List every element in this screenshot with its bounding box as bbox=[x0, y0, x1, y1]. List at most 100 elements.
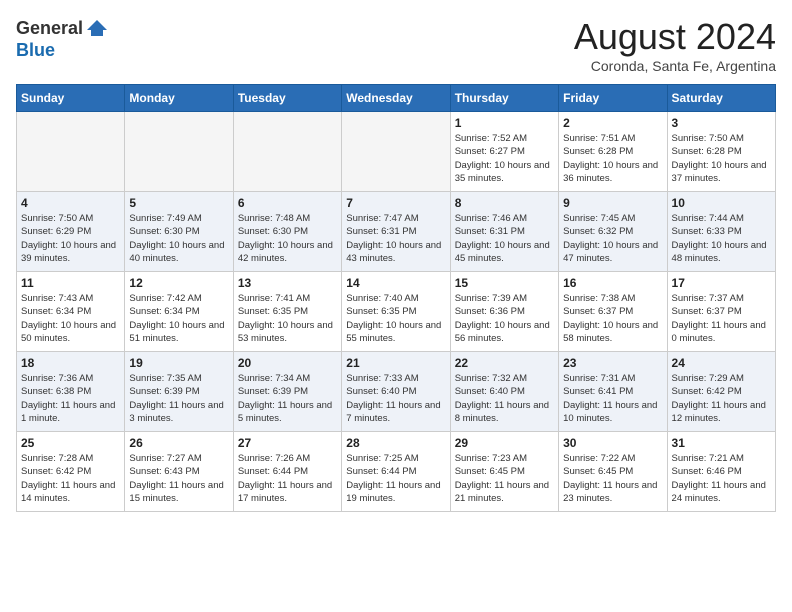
day-number: 15 bbox=[455, 276, 554, 290]
day-info: Sunrise: 7:39 AMSunset: 6:36 PMDaylight:… bbox=[455, 292, 554, 345]
day-info: Sunrise: 7:47 AMSunset: 6:31 PMDaylight:… bbox=[346, 212, 445, 265]
day-cell-14: 14Sunrise: 7:40 AMSunset: 6:35 PMDayligh… bbox=[342, 272, 450, 352]
day-cell-3: 3 Sunrise: 7:50 AMSunset: 6:28 PMDaylight… bbox=[667, 112, 775, 192]
logo-general-text: General bbox=[16, 18, 83, 39]
day-number: 16 bbox=[563, 276, 662, 290]
day-cell-30: 30Sunrise: 7:22 AMSunset: 6:45 PMDayligh… bbox=[559, 432, 667, 512]
day-number: 9 bbox=[563, 196, 662, 210]
day-info: Sunrise: 7:43 AMSunset: 6:34 PMDaylight:… bbox=[21, 292, 120, 345]
day-number: 22 bbox=[455, 356, 554, 370]
day-number: 12 bbox=[129, 276, 228, 290]
weekday-header-thursday: Thursday bbox=[450, 85, 558, 112]
weekday-header-tuesday: Tuesday bbox=[233, 85, 341, 112]
day-number: 23 bbox=[563, 356, 662, 370]
day-info: Sunrise: 7:26 AMSunset: 6:44 PMDaylight:… bbox=[238, 452, 337, 505]
calendar-week-row: 4 Sunrise: 7:50 AMSunset: 6:29 PMDaylight… bbox=[17, 192, 776, 272]
day-number: 26 bbox=[129, 436, 228, 450]
day-number: 3 bbox=[672, 116, 771, 130]
calendar-week-row: 1Sunrise: 7:52 AMSunset: 6:27 PMDaylight… bbox=[17, 112, 776, 192]
day-cell-16: 16 Sunrise: 7:38 AMSunset: 6:37 PMDayligh… bbox=[559, 272, 667, 352]
day-number: 27 bbox=[238, 436, 337, 450]
day-number: 17 bbox=[672, 276, 771, 290]
day-cell-27: 27 Sunrise: 7:26 AMSunset: 6:44 PMDayligh… bbox=[233, 432, 341, 512]
day-number: 6 bbox=[238, 196, 337, 210]
logo-blue-text: Blue bbox=[16, 40, 55, 61]
day-number: 8 bbox=[455, 196, 554, 210]
day-number: 11 bbox=[21, 276, 120, 290]
day-number: 2 bbox=[563, 116, 662, 130]
weekday-header-wednesday: Wednesday bbox=[342, 85, 450, 112]
day-cell-11: 11 Sunrise: 7:43 AMSunset: 6:34 PMDayligh… bbox=[17, 272, 125, 352]
day-cell-26: 26 Sunrise: 7:27 AMSunset: 6:43 PMDayligh… bbox=[125, 432, 233, 512]
day-number: 24 bbox=[672, 356, 771, 370]
empty-cell bbox=[125, 112, 233, 192]
day-number: 18 bbox=[21, 356, 120, 370]
weekday-header-monday: Monday bbox=[125, 85, 233, 112]
day-cell-9: 9 Sunrise: 7:45 AMSunset: 6:32 PMDaylight… bbox=[559, 192, 667, 272]
day-number: 10 bbox=[672, 196, 771, 210]
day-cell-1: 1Sunrise: 7:52 AMSunset: 6:27 PMDaylight… bbox=[450, 112, 558, 192]
day-info: Sunrise: 7:46 AMSunset: 6:31 PMDaylight:… bbox=[455, 212, 554, 265]
day-cell-15: 15 Sunrise: 7:39 AMSunset: 6:36 PMDayligh… bbox=[450, 272, 558, 352]
day-info: Sunrise: 7:27 AMSunset: 6:43 PMDaylight:… bbox=[129, 452, 228, 505]
day-cell-2: 2Sunrise: 7:51 AMSunset: 6:28 PMDaylight… bbox=[559, 112, 667, 192]
empty-cell bbox=[233, 112, 341, 192]
day-cell-24: 24 Sunrise: 7:29 AMSunset: 6:42 PMDayligh… bbox=[667, 352, 775, 432]
day-cell-5: 5Sunrise: 7:49 AMSunset: 6:30 PMDaylight… bbox=[125, 192, 233, 272]
day-number: 20 bbox=[238, 356, 337, 370]
day-cell-25: 25Sunrise: 7:28 AMSunset: 6:42 PMDayligh… bbox=[17, 432, 125, 512]
calendar-week-row: 11 Sunrise: 7:43 AMSunset: 6:34 PMDayligh… bbox=[17, 272, 776, 352]
day-info: Sunrise: 7:41 AMSunset: 6:35 PMDaylight:… bbox=[238, 292, 337, 345]
weekday-header-sunday: Sunday bbox=[17, 85, 125, 112]
day-cell-22: 22 Sunrise: 7:32 AMSunset: 6:40 PMDayligh… bbox=[450, 352, 558, 432]
calendar-week-row: 25Sunrise: 7:28 AMSunset: 6:42 PMDayligh… bbox=[17, 432, 776, 512]
day-number: 29 bbox=[455, 436, 554, 450]
day-cell-21: 21Sunrise: 7:33 AMSunset: 6:40 PMDayligh… bbox=[342, 352, 450, 432]
day-info: Sunrise: 7:45 AMSunset: 6:32 PMDaylight:… bbox=[563, 212, 662, 265]
logo: General Blue bbox=[16, 16, 109, 61]
day-info: Sunrise: 7:34 AMSunset: 6:39 PMDaylight:… bbox=[238, 372, 337, 425]
day-cell-29: 29 Sunrise: 7:23 AMSunset: 6:45 PMDayligh… bbox=[450, 432, 558, 512]
day-info: Sunrise: 7:32 AMSunset: 6:40 PMDaylight:… bbox=[455, 372, 554, 425]
weekday-header-saturday: Saturday bbox=[667, 85, 775, 112]
day-number: 30 bbox=[563, 436, 662, 450]
day-cell-6: 6Sunrise: 7:48 AMSunset: 6:30 PMDaylight… bbox=[233, 192, 341, 272]
day-info: Sunrise: 7:35 AMSunset: 6:39 PMDaylight:… bbox=[129, 372, 228, 425]
day-info: Sunrise: 7:28 AMSunset: 6:42 PMDaylight:… bbox=[21, 452, 120, 505]
weekday-header-row: SundayMondayTuesdayWednesdayThursdayFrid… bbox=[17, 85, 776, 112]
day-info: Sunrise: 7:37 AMSunset: 6:37 PMDaylight:… bbox=[672, 292, 771, 345]
day-cell-23: 23 Sunrise: 7:31 AMSunset: 6:41 PMDayligh… bbox=[559, 352, 667, 432]
day-number: 4 bbox=[21, 196, 120, 210]
day-cell-8: 8 Sunrise: 7:46 AMSunset: 6:31 PMDaylight… bbox=[450, 192, 558, 272]
day-info: Sunrise: 7:23 AMSunset: 6:45 PMDaylight:… bbox=[455, 452, 554, 505]
empty-cell bbox=[17, 112, 125, 192]
day-cell-13: 13Sunrise: 7:41 AMSunset: 6:35 PMDayligh… bbox=[233, 272, 341, 352]
day-number: 1 bbox=[455, 116, 554, 130]
calendar-table: SundayMondayTuesdayWednesdayThursdayFrid… bbox=[16, 84, 776, 512]
day-cell-19: 19Sunrise: 7:35 AMSunset: 6:39 PMDayligh… bbox=[125, 352, 233, 432]
location: Coronda, Santa Fe, Argentina bbox=[574, 58, 776, 74]
day-info: Sunrise: 7:40 AMSunset: 6:35 PMDaylight:… bbox=[346, 292, 445, 345]
day-info: Sunrise: 7:44 AMSunset: 6:33 PMDaylight:… bbox=[672, 212, 771, 265]
day-info: Sunrise: 7:31 AMSunset: 6:41 PMDaylight:… bbox=[563, 372, 662, 425]
day-info: Sunrise: 7:50 AMSunset: 6:29 PMDaylight:… bbox=[21, 212, 120, 265]
day-cell-31: 31Sunrise: 7:21 AMSunset: 6:46 PMDayligh… bbox=[667, 432, 775, 512]
day-number: 21 bbox=[346, 356, 445, 370]
day-info: Sunrise: 7:38 AMSunset: 6:37 PMDaylight:… bbox=[563, 292, 662, 345]
day-info: Sunrise: 7:25 AMSunset: 6:44 PMDaylight:… bbox=[346, 452, 445, 505]
day-number: 7 bbox=[346, 196, 445, 210]
day-number: 28 bbox=[346, 436, 445, 450]
day-info: Sunrise: 7:36 AMSunset: 6:38 PMDaylight:… bbox=[21, 372, 120, 425]
day-cell-10: 10 Sunrise: 7:44 AMSunset: 6:33 PMDayligh… bbox=[667, 192, 775, 272]
day-number: 5 bbox=[129, 196, 228, 210]
day-cell-20: 20 Sunrise: 7:34 AMSunset: 6:39 PMDayligh… bbox=[233, 352, 341, 432]
logo-icon bbox=[85, 16, 109, 40]
day-info: Sunrise: 7:50 AMSunset: 6:28 PMDaylight:… bbox=[672, 132, 771, 185]
day-info: Sunrise: 7:42 AMSunset: 6:34 PMDaylight:… bbox=[129, 292, 228, 345]
day-cell-28: 28 Sunrise: 7:25 AMSunset: 6:44 PMDayligh… bbox=[342, 432, 450, 512]
calendar-week-row: 18 Sunrise: 7:36 AMSunset: 6:38 PMDayligh… bbox=[17, 352, 776, 432]
title-section: August 2024 Coronda, Santa Fe, Argentina bbox=[574, 16, 776, 74]
day-cell-18: 18 Sunrise: 7:36 AMSunset: 6:38 PMDayligh… bbox=[17, 352, 125, 432]
day-info: Sunrise: 7:29 AMSunset: 6:42 PMDaylight:… bbox=[672, 372, 771, 425]
weekday-header-friday: Friday bbox=[559, 85, 667, 112]
